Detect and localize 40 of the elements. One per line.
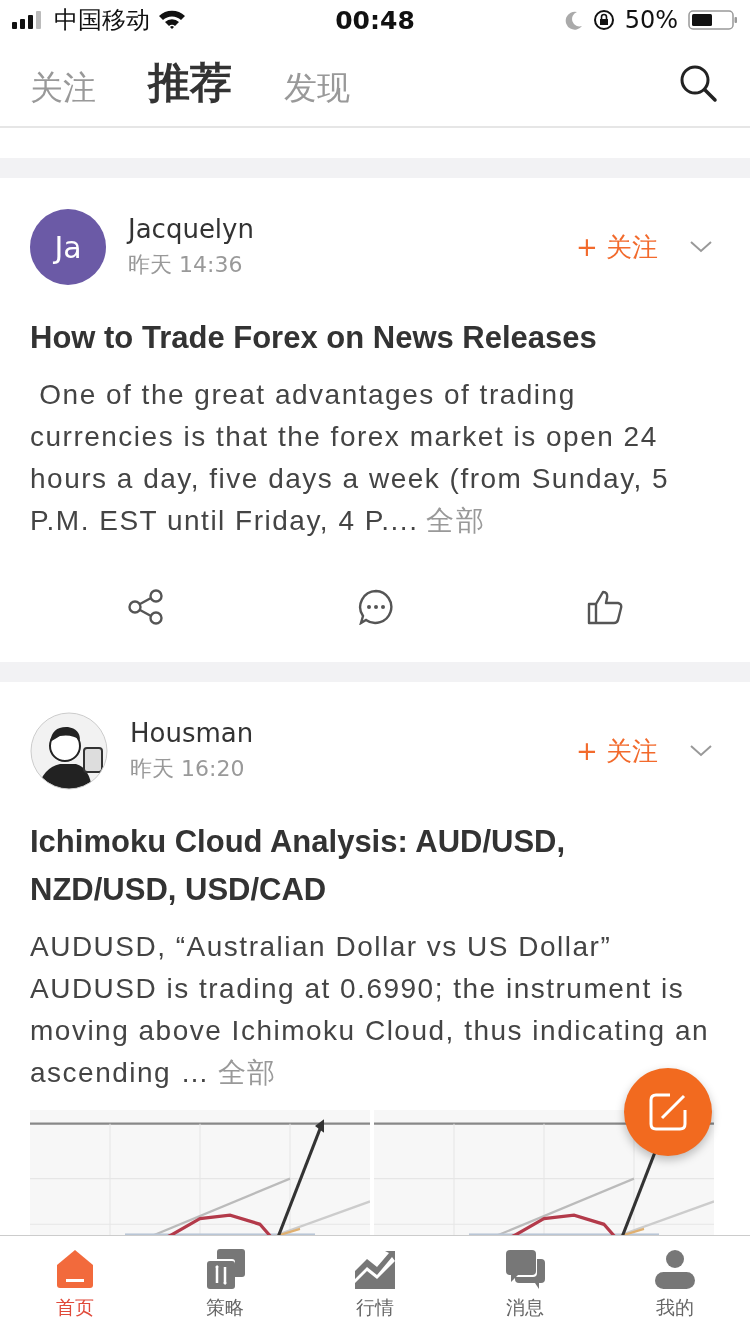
- carrier-name: 中国移动: [54, 5, 150, 36]
- feed-tab[interactable]: 推荐: [148, 55, 232, 111]
- edit-icon: [648, 1092, 688, 1132]
- post-title: Ichimoku Cloud Analysis: AUD/USD, NZD/USD, USD/CAD: [30, 823, 567, 909]
- feed-tab[interactable]: 发现: [284, 65, 350, 111]
- post-title: How to Trade Forex on News Releases: [30, 319, 598, 357]
- feed-tab[interactable]: 关注: [30, 65, 96, 111]
- wifi-icon: [158, 10, 186, 30]
- chat-bubbles-icon: [505, 1249, 545, 1289]
- battery-percent: 50%: [624, 6, 678, 34]
- battery-icon: [688, 9, 738, 31]
- search-icon[interactable]: [678, 63, 718, 103]
- chevron-down-icon[interactable]: [690, 745, 712, 757]
- expand-link[interactable]: 全部: [217, 1057, 277, 1088]
- clock-time: 00:48: [335, 5, 415, 35]
- post-excerpt: One of the great advantages of trading currencies is that the forex market is open 24 hours a day, five days a week (from Sunday, 5 P.M. EST until Friday, 4 P.... 全部: [30, 378, 671, 538]
- rotation-lock-icon: [592, 9, 615, 31]
- nav-tab[interactable]: 消息: [450, 1236, 600, 1334]
- author-name: Housman: [130, 718, 254, 748]
- comment-icon[interactable]: [358, 589, 394, 625]
- post-excerpt: AUDUSD, “Australian Dollar vs US Dollar” AUDUSD is trading at 0.6990; the instrument is moving above Ichimoku Cloud, thus indicating an ascending … 全部: [30, 930, 711, 1090]
- nav-tab[interactable]: 行情: [300, 1236, 450, 1334]
- thumbs-up-icon[interactable]: [587, 589, 624, 625]
- home-icon: [55, 1249, 95, 1289]
- post-time: 昨天 16:20: [130, 755, 246, 783]
- follow-button[interactable]: + 关注: [575, 229, 658, 265]
- nav-tab[interactable]: 我的: [600, 1236, 750, 1334]
- nav-tab[interactable]: 首页: [0, 1236, 150, 1334]
- expand-link[interactable]: 全部: [426, 505, 486, 536]
- nav-tab[interactable]: 策略: [150, 1236, 300, 1334]
- post-time: 昨天 14:36: [128, 251, 244, 279]
- avatar: Ja: [30, 209, 106, 285]
- stacked-cards-icon: [205, 1249, 245, 1289]
- author-name: Jacquelyn: [128, 214, 254, 244]
- trend-chart-icon: [355, 1249, 395, 1289]
- share-icon[interactable]: [126, 588, 165, 626]
- user-icon: [655, 1249, 695, 1289]
- moon-icon: [564, 10, 583, 30]
- follow-button[interactable]: + 关注: [575, 733, 658, 769]
- chevron-down-icon[interactable]: [690, 241, 712, 253]
